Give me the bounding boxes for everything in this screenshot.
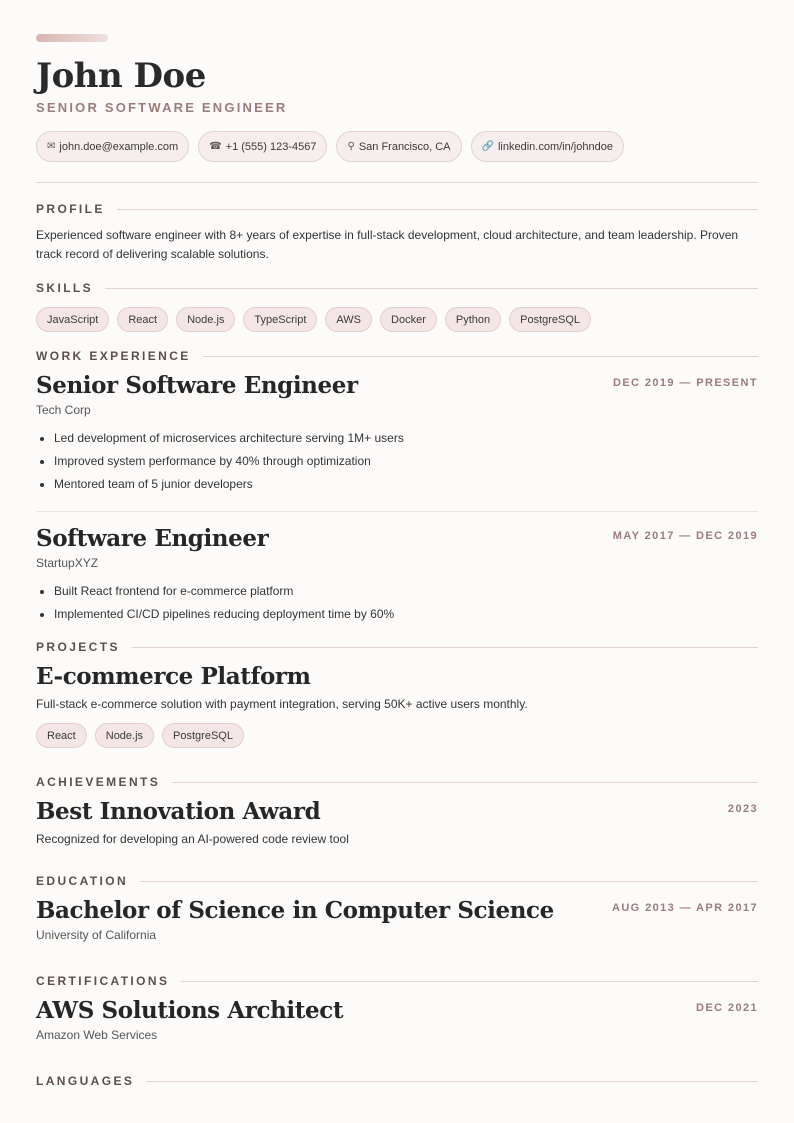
skill-tag: AWS — [325, 307, 373, 332]
section-header-languages: LANGUAGES — [36, 1074, 758, 1088]
section-label: PROFILE — [36, 202, 105, 216]
section-label: ACHIEVEMENTS — [36, 775, 161, 789]
section-label: EDUCATION — [36, 874, 129, 888]
job-company: StartupXYZ — [36, 556, 99, 570]
section-header-certifications: CERTIFICATIONS — [36, 974, 758, 988]
list-item: Improved system performance by 40% throu… — [54, 450, 758, 473]
job-company: Tech Corp — [36, 403, 91, 417]
section-label: CERTIFICATIONS — [36, 974, 170, 988]
list-item: Mentored team of 5 junior developers — [54, 473, 758, 496]
section-rule — [116, 208, 758, 210]
contact-location-text: San Francisco, CA — [358, 140, 451, 153]
skill-tag: JavaScript — [36, 307, 110, 332]
job-date: MAY 2017 — DEC 2019 — [612, 530, 758, 542]
education-entry: Bachelor of Science in Computer Science … — [36, 896, 758, 942]
section-rule — [105, 287, 758, 289]
section-rule — [202, 355, 758, 357]
section-label: SKILLS — [36, 281, 94, 295]
skill-tag: TypeScript — [243, 307, 318, 332]
section-header-achievements: ACHIEVEMENTS — [36, 775, 758, 789]
section-label: LANGUAGES — [36, 1074, 135, 1088]
work-entry: Software Engineer MAY 2017 — DEC 2019 St… — [36, 524, 758, 626]
skill-tag: React — [117, 307, 169, 332]
contact-email-text: john.doe@example.com — [59, 140, 179, 153]
section-rule — [140, 880, 758, 882]
envelope-icon: ✉ — [47, 141, 56, 152]
achievement-description: Recognized for developing an AI-powered … — [36, 832, 349, 846]
section-header-work: WORK EXPERIENCE — [36, 349, 758, 363]
certification-title: AWS Solutions Architect — [36, 997, 344, 1024]
section-rule — [172, 781, 758, 783]
section-header-skills: SKILLS — [36, 281, 758, 295]
work-entry: Senior Software Engineer DEC 2019 — PRES… — [36, 371, 758, 496]
job-title: Senior Software Engineer — [36, 372, 358, 399]
skill-tag: Node.js — [176, 307, 236, 332]
contact-list: ✉ john.doe@example.com ☎ +1 (555) 123-45… — [36, 131, 758, 162]
phone-icon: ☎ — [209, 141, 222, 152]
section-label: WORK EXPERIENCE — [36, 349, 191, 363]
candidate-name: John Doe — [36, 56, 206, 96]
section-header-profile: PROFILE — [36, 202, 758, 216]
project-description: Full-stack e-commerce solution with paym… — [36, 697, 528, 711]
degree-title: Bachelor of Science in Computer Science — [36, 897, 554, 924]
certification-entry: AWS Solutions Architect DEC 2021 Amazon … — [36, 996, 758, 1042]
section-rule — [146, 1080, 758, 1082]
education-date: AUG 2013 — APR 2017 — [611, 902, 758, 914]
job-date: DEC 2019 — PRESENT — [612, 377, 758, 389]
skill-tag: Python — [444, 307, 502, 332]
entry-divider — [36, 511, 758, 512]
contact-linkedin-text: linkedin.com/in/johndoe — [497, 140, 613, 153]
project-title: E-commerce Platform — [36, 663, 311, 690]
section-rule — [131, 646, 758, 648]
job-highlights: Built React frontend for e-commerce plat… — [36, 580, 758, 626]
resume-page: John Doe SENIOR SOFTWARE ENGINEER ✉ john… — [36, 34, 758, 1088]
candidate-title: SENIOR SOFTWARE ENGINEER — [36, 100, 288, 115]
link-icon: 🔗 — [481, 141, 494, 152]
contact-email[interactable]: ✉ john.doe@example.com — [36, 131, 190, 162]
contact-phone-text: +1 (555) 123-4567 — [225, 140, 317, 153]
accent-bar — [36, 34, 108, 42]
project-entry: E-commerce Platform Full-stack e-commerc… — [36, 662, 758, 748]
tech-tag: PostgreSQL — [162, 723, 244, 748]
certification-date: DEC 2021 — [696, 1002, 758, 1014]
list-item: Led development of microservices archite… — [54, 427, 758, 450]
project-tech-list: React Node.js PostgreSQL — [36, 723, 758, 748]
job-title: Software Engineer — [36, 525, 269, 552]
skill-tag: Docker — [380, 307, 437, 332]
section-header-education: EDUCATION — [36, 874, 758, 888]
achievement-title: Best Innovation Award — [36, 798, 321, 825]
contact-linkedin[interactable]: 🔗 linkedin.com/in/johndoe — [470, 131, 624, 162]
header-divider — [36, 182, 758, 183]
section-header-projects: PROJECTS — [36, 640, 758, 654]
school-name: University of California — [36, 928, 157, 942]
section-rule — [181, 980, 758, 982]
contact-location: ⚲ San Francisco, CA — [336, 131, 462, 162]
list-item: Built React frontend for e-commerce plat… — [54, 580, 758, 603]
achievement-entry: Best Innovation Award 2023 Recognized fo… — [36, 797, 758, 849]
tech-tag: Node.js — [94, 723, 155, 748]
skill-tag: PostgreSQL — [509, 307, 592, 332]
achievement-date: 2023 — [727, 803, 758, 815]
contact-phone[interactable]: ☎ +1 (555) 123-4567 — [198, 131, 328, 162]
list-item: Implemented CI/CD pipelines reducing dep… — [54, 603, 758, 626]
profile-summary: Experienced software engineer with 8+ ye… — [36, 228, 739, 261]
job-highlights: Led development of microservices archite… — [36, 427, 758, 496]
certification-issuer: Amazon Web Services — [36, 1028, 158, 1042]
skills-list: JavaScript React Node.js TypeScript AWS … — [36, 307, 758, 332]
tech-tag: React — [36, 723, 87, 748]
section-label: PROJECTS — [36, 640, 120, 654]
location-pin-icon: ⚲ — [347, 141, 355, 152]
